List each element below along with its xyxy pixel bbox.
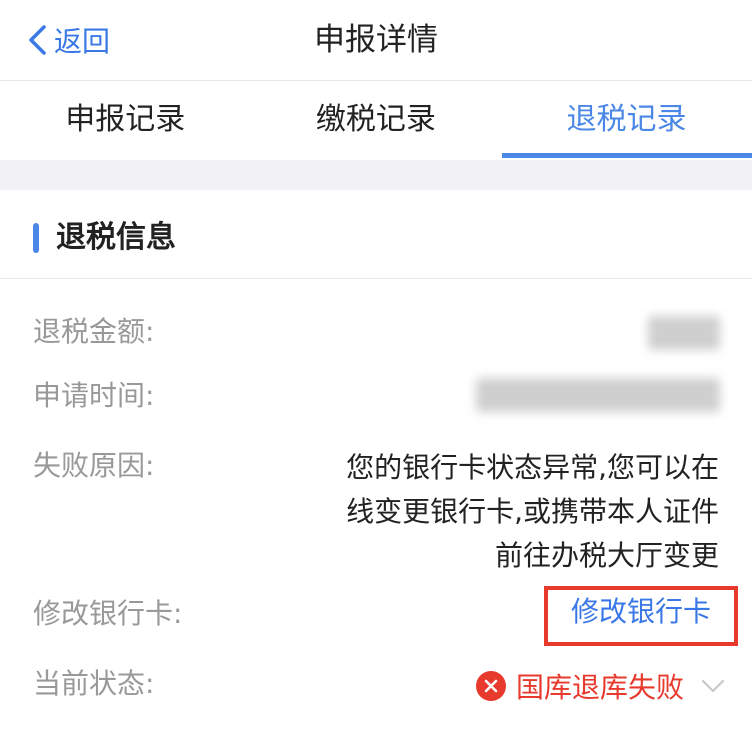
apply-time-label: 申请时间: — [33, 379, 155, 412]
close-circle-icon — [475, 671, 506, 701]
chevron-down-icon — [701, 679, 725, 693]
tab-refund-records[interactable]: 退税记录 — [501, 81, 752, 159]
fail-reason-value: 您的银行卡状态异常,您可以在线变更银行卡,或携带本人证件前往办税大厅变更 — [346, 451, 719, 572]
section-divider — [0, 278, 752, 279]
nav-bar: 返回 申报详情 — [0, 0, 752, 80]
tab-declaration-records[interactable]: 申报记录 — [0, 81, 251, 159]
modify-card-link[interactable]: 修改银行卡 — [544, 586, 738, 646]
section-accent-bar — [33, 223, 39, 253]
status-label: 当前状态: — [33, 667, 155, 700]
tab-payment-records[interactable]: 缴税记录 — [251, 81, 502, 159]
refund-amount-label: 退税金额: — [33, 315, 155, 348]
refund-amount-redacted — [648, 316, 720, 350]
section-title: 退税信息 — [56, 220, 176, 255]
modify-card-label: 修改银行卡: — [33, 597, 183, 630]
active-tab-indicator — [502, 153, 752, 158]
apply-time-redacted — [476, 378, 720, 412]
tab-bar: 申报记录 缴税记录 退税记录 — [0, 81, 752, 159]
page-title: 申报详情 — [314, 22, 438, 58]
fail-reason-label: 失败原因: — [33, 449, 155, 482]
status-value: 国库退库失败 — [515, 671, 684, 704]
status-value-group[interactable]: 国库退库失败 — [475, 664, 726, 708]
section-spacer — [0, 160, 752, 190]
section-header: 退税信息 — [0, 190, 752, 278]
